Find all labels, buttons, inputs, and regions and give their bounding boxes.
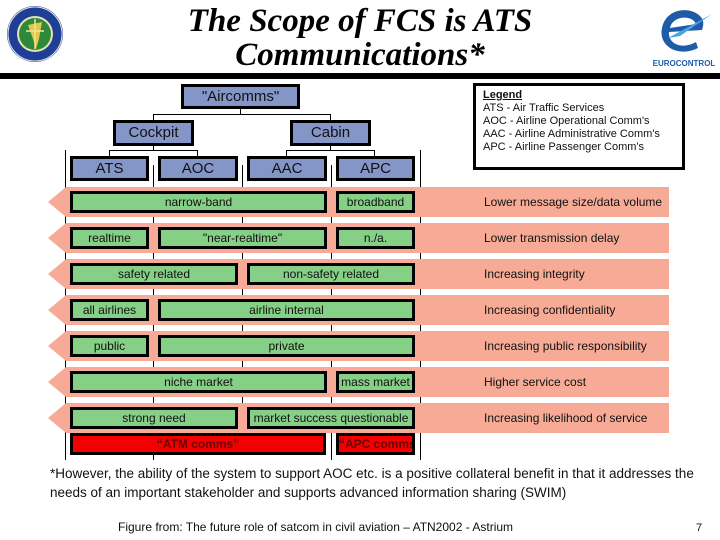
trend-label: Increasing public responsibility <box>484 339 647 353</box>
category-box: public <box>70 335 149 357</box>
category-box: realtime <box>70 227 149 249</box>
category-box: market success questionable <box>247 407 415 429</box>
legend-item: APC - Airline Passenger Comm's <box>483 141 645 153</box>
eurocontrol-wordmark: EUROCONTROL <box>653 59 716 68</box>
trend-label: Increasing integrity <box>484 267 585 281</box>
legend-title: Legend <box>483 89 523 101</box>
tree-node-cabin: Cabin <box>290 120 371 146</box>
tree-connector <box>286 150 375 151</box>
conclusion-atm-comms: “ATM comms” <box>70 433 326 455</box>
page-number: 7 <box>696 522 703 534</box>
title-line-2: Communications* <box>235 37 485 73</box>
trend-label: Lower message size/data volume <box>484 195 663 209</box>
category-box: "near-realtime" <box>158 227 327 249</box>
trend-label: Higher service cost <box>484 375 587 389</box>
conclusion-apc-comms: “APC comms” <box>336 433 415 455</box>
tree-leaf-apc: APC <box>336 156 415 181</box>
category-box: non-safety related <box>247 263 415 285</box>
arrow-left-icon <box>48 259 66 289</box>
category-box: strong need <box>70 407 238 429</box>
category-box: safety related <box>70 263 238 285</box>
legend-item: AOC - Airline Operational Comm's <box>483 115 650 127</box>
trend-label: Lower transmission delay <box>484 231 620 245</box>
arrow-left-icon <box>48 223 66 253</box>
tree-leaf-ats: ATS <box>70 156 149 181</box>
tree-leaf-aoc: AOC <box>158 156 238 181</box>
legend-item: ATS - Air Traffic Services <box>483 102 605 114</box>
category-box: all airlines <box>70 299 149 321</box>
tree-root-aircomms: "Aircomms" <box>181 84 300 109</box>
legend-box: Legend ATS - Air Traffic Services AOC - … <box>473 83 685 170</box>
arrow-left-icon <box>48 187 66 217</box>
footnote: *However, the ability of the system to s… <box>50 466 694 500</box>
tree-leaf-aac: AAC <box>247 156 327 181</box>
category-box: broadband <box>336 191 415 213</box>
trend-label: Increasing confidentiality <box>484 303 616 317</box>
category-box: airline internal <box>158 299 415 321</box>
category-box: private <box>158 335 415 357</box>
category-box: narrow-band <box>70 191 327 213</box>
eurocontrol-e-icon: EUROCONTROL <box>653 10 716 68</box>
slide-title: The Scope of FCS is ATS Communications* <box>150 4 570 72</box>
title-line-1: The Scope of FCS is ATS <box>187 3 533 39</box>
category-box: niche market <box>70 371 327 393</box>
category-box: mass market <box>336 371 415 393</box>
eurocontrol-logo: EUROCONTROL <box>650 4 718 70</box>
arrow-left-icon <box>48 295 66 325</box>
faa-seal-icon <box>7 6 63 62</box>
arrow-left-icon <box>48 367 66 397</box>
tree-connector <box>153 114 331 115</box>
category-box: n./a. <box>336 227 415 249</box>
faa-logo <box>6 5 64 63</box>
legend-item: AAC - Airline Administrative Comm's <box>483 128 660 140</box>
arrow-left-icon <box>48 403 66 433</box>
tree-node-cockpit: Cockpit <box>113 120 194 146</box>
title-divider <box>0 73 720 79</box>
arrow-left-icon <box>48 331 66 361</box>
figure-source: Figure from: The future role of satcom i… <box>118 520 514 534</box>
trend-label: Increasing likelihood of service <box>484 411 648 425</box>
tree-connector <box>109 150 198 151</box>
